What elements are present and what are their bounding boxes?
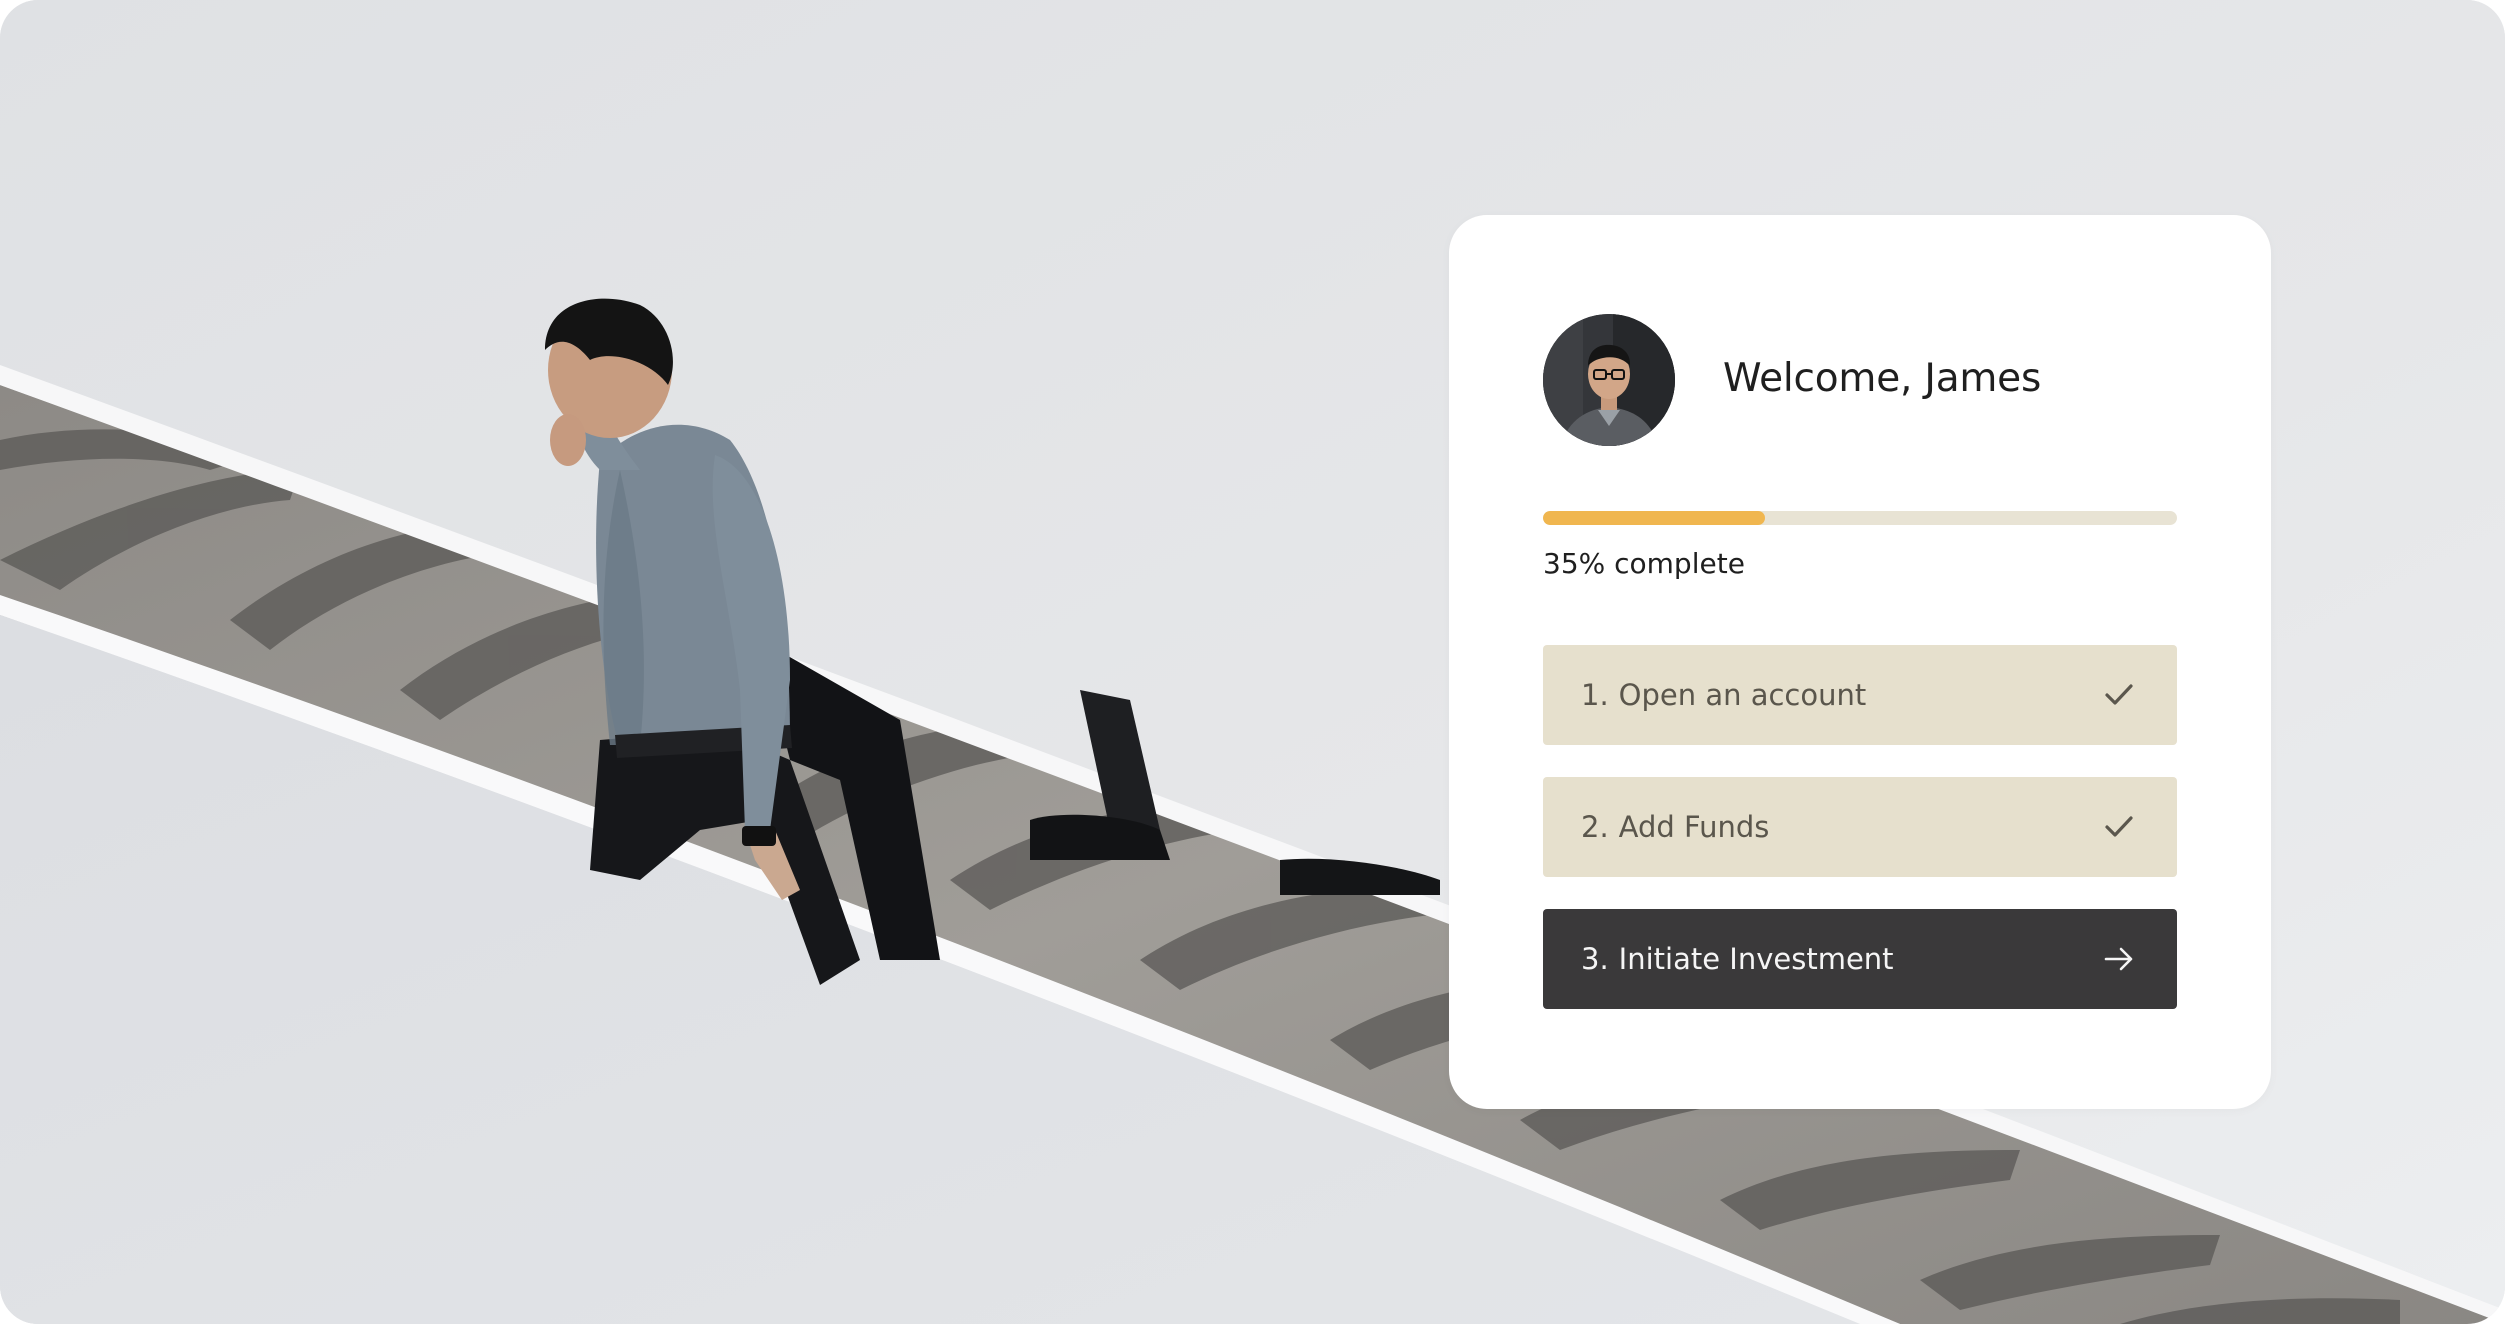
step-number: 2.: [1581, 810, 1609, 844]
onboarding-card: Welcome, James 35% complete 1. Open an a…: [1449, 215, 2271, 1109]
step-label: Initiate Investment: [1618, 942, 1894, 976]
step-add-funds-button[interactable]: 2. Add Funds: [1543, 777, 2177, 877]
step-label: Add Funds: [1618, 810, 1770, 844]
step-open-account-button[interactable]: 1. Open an account: [1543, 645, 2177, 745]
checkmark-icon: [2101, 809, 2137, 845]
user-avatar-image: [1543, 314, 1675, 446]
step-initiate-investment-button[interactable]: 3. Initiate Investment: [1543, 909, 2177, 1009]
step-label: Open an account: [1618, 678, 1867, 712]
progress-bar-fill: [1543, 511, 1765, 525]
progress-label: 35% complete: [1543, 547, 1745, 580]
avatar: [1543, 314, 1675, 446]
step-number: 3.: [1581, 942, 1609, 976]
step-number: 1.: [1581, 678, 1609, 712]
welcome-heading: Welcome, James: [1723, 356, 2042, 401]
arrow-right-icon: [2101, 941, 2137, 977]
app-frame: Welcome, James 35% complete 1. Open an a…: [0, 0, 2505, 1324]
progress-bar: [1543, 511, 2177, 525]
checkmark-icon: [2101, 677, 2137, 713]
